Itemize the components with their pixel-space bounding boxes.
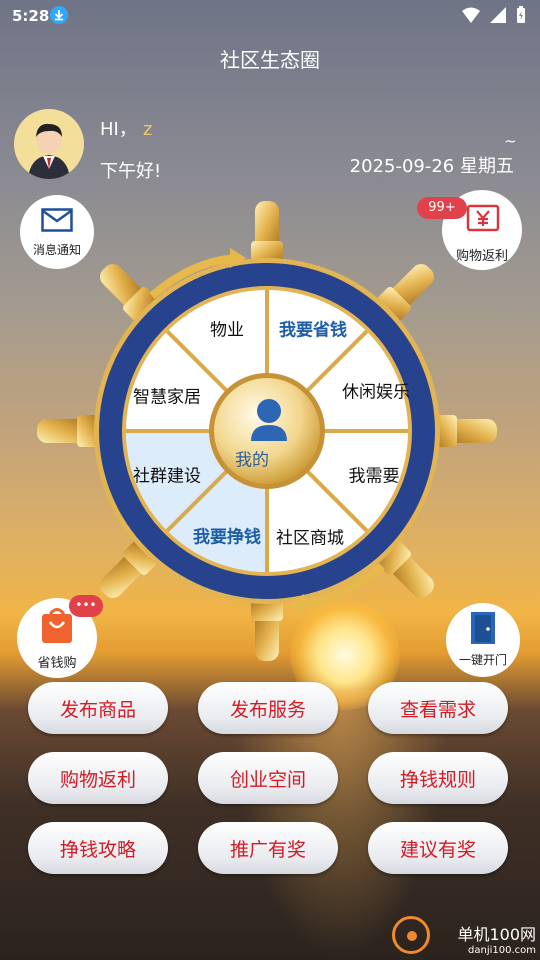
shopping-rebate-button[interactable]: 购物返利 [28, 752, 168, 804]
download-icon [50, 6, 68, 24]
wheel-item-property[interactable]: 物业 [210, 316, 244, 341]
hi-text: HI， [100, 119, 137, 140]
watermark: 单机100网 danji100.com [457, 921, 536, 956]
wheel-item-smart-home[interactable]: 智慧家居 [133, 383, 201, 408]
wheel-item-earn-money[interactable]: 我要挣钱 [193, 523, 261, 548]
page-title: 社区生态圈 [220, 48, 320, 72]
wheel-center-mine[interactable]: 我的 [235, 446, 269, 471]
wifi-icon [462, 7, 480, 23]
status-bar: 5:28 [0, 0, 540, 32]
wheel-item-community-building[interactable]: 社群建设 [133, 462, 201, 487]
publish-service-button[interactable]: 发布服务 [198, 682, 338, 734]
wheel-item-leisure[interactable]: 休闲娱乐 [342, 378, 410, 403]
referral-reward-button[interactable]: 推广有奖 [198, 822, 338, 874]
tilde-mark: ~ [504, 132, 517, 150]
suggestion-reward-button[interactable]: 建议有奖 [368, 822, 508, 874]
battery-icon [517, 6, 525, 23]
earning-guide-button[interactable]: 挣钱攻略 [28, 822, 168, 874]
ship-wheel [37, 201, 497, 661]
earning-rules-button[interactable]: 挣钱规则 [368, 752, 508, 804]
signal-icon [490, 7, 506, 23]
greeting-text: 下午好! [100, 161, 162, 182]
user-name: z [142, 119, 153, 140]
wheel-item-i-need[interactable]: 我需要 [349, 462, 400, 487]
publish-goods-button[interactable]: 发布商品 [28, 682, 168, 734]
wheel-item-community-mall[interactable]: 社区商城 [276, 524, 344, 549]
status-time: 5:28 [12, 7, 50, 25]
date-text: 2025-09-26 星期五 [349, 156, 514, 177]
wheel-item-save-money[interactable]: 我要省钱 [279, 316, 347, 341]
startup-space-button[interactable]: 创业空间 [198, 752, 338, 804]
greeting-hi: HI， z [100, 115, 152, 141]
watermark-text: 单机100网 [457, 925, 536, 944]
avatar[interactable] [14, 109, 84, 179]
view-needs-button[interactable]: 查看需求 [368, 682, 508, 734]
watermark-url: danji100.com [468, 945, 536, 956]
watermark-logo [392, 916, 430, 954]
